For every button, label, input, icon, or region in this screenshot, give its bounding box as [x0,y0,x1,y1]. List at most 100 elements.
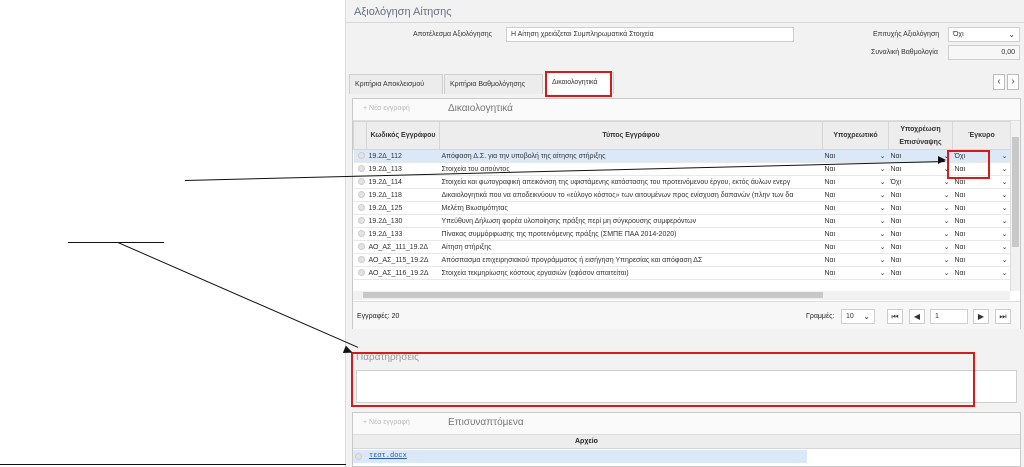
column-header-file[interactable]: Αρχείο [575,438,598,445]
row-select-cell[interactable] [353,253,367,267]
row-select-radio[interactable] [357,178,365,186]
page-number-input[interactable]: 1 [930,309,968,324]
next-page-button[interactable]: ▶ [973,309,989,324]
doc-code-cell: ΑΟ_ΑΣ_116_19.2Δ [366,266,440,280]
row-select-radio[interactable] [357,152,365,160]
vertical-scrollbar[interactable] [1010,121,1020,291]
row-select-radio[interactable] [357,217,365,225]
valid-select[interactable]: Ναι ⌄ [952,188,1011,202]
table-row[interactable]: 19.2Δ_133 Πίνακας συμμόρφωσης της προτειν… [353,227,1011,241]
attach-select[interactable]: Ναι ⌄ [888,214,953,228]
row-select-cell[interactable] [353,240,367,254]
attach-select[interactable]: Ναι ⌄ [888,162,953,176]
attach-select[interactable]: Ναι ⌄ [888,266,953,280]
row-select-cell[interactable] [353,201,367,215]
table-row[interactable]: ΑΟ_ΑΣ_116_19.2Δ Στοιχεία τεκμηρίωσης κόστ… [353,266,1011,280]
chevron-down-icon: ⌄ [1001,270,1008,277]
tab-prev-button[interactable]: ‹ [993,74,1005,90]
rows-per-page-select[interactable]: 10 ⌄ [841,309,875,324]
row-select-radio[interactable] [357,243,365,251]
chevron-down-icon: ⌄ [943,270,950,277]
column-header-attach[interactable]: Υποχρέωση Επισύναψης [888,121,953,150]
annotation-line [68,242,164,243]
mandatory-select[interactable]: Ναι ⌄ [822,253,889,267]
valid-select[interactable]: Ναι ⌄ [952,240,1011,254]
valid-select[interactable]: Ναι ⌄ [952,214,1011,228]
row-select-cell[interactable] [353,175,367,189]
doc-code-cell: ΑΟ_ΑΣ_111_19.2Δ [366,240,440,254]
row-select-radio[interactable] [357,256,365,264]
row-select-radio[interactable] [357,204,365,212]
new-entry-button[interactable]: + Νέα εγγραφή [363,105,410,112]
mandatory-select[interactable]: Ναι ⌄ [822,188,889,202]
row-select-radio[interactable] [357,230,365,238]
horizontal-scrollbar[interactable] [353,291,1010,300]
attachments-grid-toolbar: + Νέα εγγραφή Επισυναπτόμενα [353,413,1020,435]
rows-label: Γραμμές: [806,313,835,320]
chevron-down-icon: ⌄ [879,270,886,277]
valid-value: Ναι [954,230,966,238]
attach-select[interactable]: Ναι ⌄ [888,201,953,215]
table-row[interactable]: 19.2Δ_118 Δικαιολογητικά που να αποδεικνύ… [353,188,1011,202]
valid-value: Ναι [954,204,966,212]
chevron-down-icon: ⌄ [943,192,950,199]
mandatory-select[interactable]: Ναι ⌄ [822,149,889,163]
row-select-cell[interactable] [353,162,367,176]
scroll-thumb[interactable] [363,292,823,298]
valid-value: Ναι [954,256,966,264]
row-select-cell[interactable] [353,214,367,228]
table-row[interactable]: ΑΟ_ΑΣ_111_19.2Δ Αίτηση στήριξης Ναι ⌄ Ναι ⌄ Να… [353,240,1011,254]
row-select-cell[interactable] [353,227,367,241]
attachment-row[interactable]: τεστ.docx [353,450,807,463]
scroll-thumb[interactable] [1012,137,1019,247]
mandatory-select[interactable]: Ναι ⌄ [822,214,889,228]
score-field: 0,00 [948,45,1020,60]
success-select[interactable]: Όχι ⌄ [948,27,1020,42]
column-header-code[interactable]: Κωδικός Εγγράφου [366,121,440,150]
attach-select[interactable]: Ναι ⌄ [888,253,953,267]
valid-select[interactable]: Ναι ⌄ [952,266,1011,280]
attach-select[interactable]: Ναι ⌄ [888,188,953,202]
column-header-type[interactable]: Τύπος Εγγράφου [439,121,823,150]
mandatory-select[interactable]: Ναι ⌄ [822,201,889,215]
valid-select[interactable]: Ναι ⌄ [952,201,1011,215]
doc-type-cell: Πίνακας συμμόρφωσης της προτεινόμενης πρ… [439,227,823,241]
row-select-cell[interactable] [353,188,367,202]
mandatory-value: Ναι [824,178,836,186]
attachment-file-link[interactable]: τεστ.docx [369,452,407,460]
attach-value: Ναι [890,230,902,238]
prev-page-button[interactable]: ◀ [909,309,925,324]
tab-next-button[interactable]: › [1007,74,1019,90]
chevron-down-icon: ⌄ [863,312,870,321]
valid-select[interactable]: Ναι ⌄ [952,227,1011,241]
last-page-button[interactable]: ⏭ [995,309,1011,324]
valid-select[interactable]: Ναι ⌄ [952,253,1011,267]
column-header-valid[interactable]: Έγκυρο [952,121,1011,150]
tab-exclusion-criteria[interactable]: Κριτήρια Αποκλεισμού [349,74,443,94]
row-select-radio[interactable] [357,165,365,173]
attach-select[interactable]: Όχι ⌄ [888,175,953,189]
row-select-radio[interactable] [357,191,365,199]
attachments-new-entry-button[interactable]: + Νέα εγγραφή [363,419,410,426]
mandatory-select[interactable]: Ναι ⌄ [822,240,889,254]
mandatory-select[interactable]: Ναι ⌄ [822,227,889,241]
doc-code-cell: 19.2Δ_118 [366,188,440,202]
table-row[interactable]: 19.2Δ_114 Στοιχεία και φωτογραφική απεικό… [353,175,1011,189]
result-field[interactable]: Η Αίτηση χρειάζεται Συμπληρωματικά Στοιχ… [506,27,794,42]
tab-scoring-criteria[interactable]: Κριτήρια Βαθμολόγησης [444,74,543,94]
table-row[interactable]: ΑΟ_ΑΣ_115_19.2Δ Απόσπασμα επιχειρησιακού … [353,253,1011,267]
column-header-mandatory[interactable]: Υποχρεωτικό [822,121,889,150]
chevron-down-icon: ⌄ [1001,153,1008,160]
row-select-radio[interactable] [357,269,365,277]
table-row[interactable]: 19.2Δ_125 Μελέτη Βιωσιμότητας Ναι ⌄ Ναι ⌄ Ναι ⌄ [353,201,1011,215]
mandatory-select[interactable]: Ναι ⌄ [822,266,889,280]
table-row[interactable]: 19.2Δ_112 Απόφαση Δ.Σ. για την υποβολή τη… [353,149,1011,163]
row-select-radio[interactable] [355,453,362,460]
first-page-button[interactable]: ⏮ [887,309,903,324]
attach-select[interactable]: Ναι ⌄ [888,240,953,254]
row-select-cell[interactable] [353,266,367,280]
attach-select[interactable]: Ναι ⌄ [888,227,953,241]
table-row[interactable]: 19.2Δ_130 Υπεύθυνη Δήλωση φορέα υλοποίηση… [353,214,1011,228]
mandatory-select[interactable]: Ναι ⌄ [822,175,889,189]
row-select-cell[interactable] [353,149,367,163]
